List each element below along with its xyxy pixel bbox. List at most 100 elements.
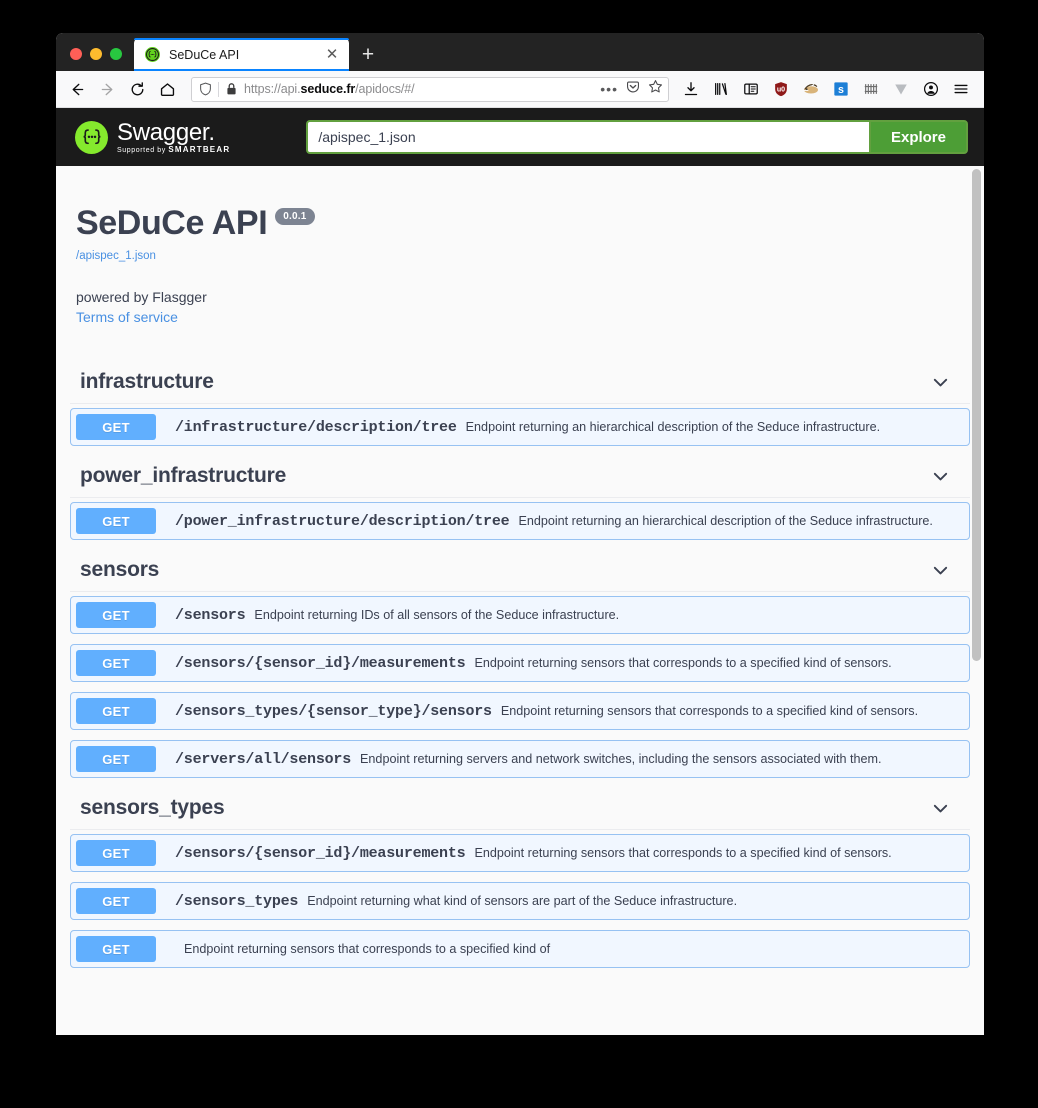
swagger-favicon-icon bbox=[145, 47, 160, 62]
library-icon[interactable] bbox=[706, 75, 736, 103]
browser-window: SeDuCe API ✕ + https://api.seduce.fr/api… bbox=[56, 33, 984, 1035]
operation-row[interactable]: GET /sensors/{sensor_id}/measurements En… bbox=[70, 644, 970, 682]
forward-button[interactable] bbox=[92, 75, 122, 103]
close-window-button[interactable] bbox=[70, 48, 82, 60]
lock-icon[interactable] bbox=[226, 82, 244, 96]
swagger-brand-name: Swagger. bbox=[117, 118, 215, 146]
chevron-down-icon[interactable] bbox=[930, 466, 951, 487]
tag-block-sensors: sensors GET /sensors Endpoint returning … bbox=[70, 550, 970, 778]
api-title-text: SeDuCe API bbox=[76, 204, 268, 242]
swagger-mark-icon bbox=[75, 120, 108, 154]
operation-description: Endpoint returning sensors that correspo… bbox=[500, 703, 919, 718]
chevron-down-icon[interactable] bbox=[930, 372, 951, 393]
bookmark-star-icon[interactable] bbox=[648, 79, 663, 99]
page-scrollbar-thumb[interactable] bbox=[972, 169, 981, 661]
back-button[interactable] bbox=[62, 75, 92, 103]
operation-path: /sensors_types/{sensor_type}/sensors bbox=[175, 702, 492, 720]
http-method-badge: GET bbox=[76, 602, 156, 628]
page-actions-icon[interactable]: ••• bbox=[600, 82, 618, 96]
operation-path: /sensors/{sensor_id}/measurements bbox=[175, 654, 466, 672]
operation-row[interactable]: GET /sensors Endpoint returning IDs of a… bbox=[70, 596, 970, 634]
http-method-badge: GET bbox=[76, 936, 156, 962]
explore-button[interactable]: Explore bbox=[868, 120, 968, 154]
operation-description: Endpoint returning servers and network s… bbox=[360, 751, 882, 766]
svg-text:u0: u0 bbox=[777, 85, 785, 93]
operation-path bbox=[156, 936, 184, 962]
tag-block-sensors-types: sensors_types GET /sensors/{sensor_id}/m… bbox=[70, 788, 970, 968]
operation-description: Endpoint returning an hierarchical descr… bbox=[518, 513, 933, 528]
operation-row[interactable]: GET /infrastructure/description/tree End… bbox=[70, 408, 970, 446]
swagger-logo[interactable]: Swagger. Supported by SMARTBEAR bbox=[75, 118, 231, 154]
version-badge: 0.0.1 bbox=[275, 208, 315, 225]
chevron-down-icon[interactable] bbox=[930, 798, 951, 819]
powered-by-text: powered by Flasgger bbox=[76, 289, 207, 305]
sidebar-icon[interactable] bbox=[736, 75, 766, 103]
privacy-badger-icon[interactable] bbox=[796, 75, 826, 103]
operation-path: /sensors/{sensor_id}/measurements bbox=[175, 844, 466, 862]
minimize-window-button[interactable] bbox=[90, 48, 102, 60]
http-method-badge: GET bbox=[76, 650, 156, 676]
http-method-badge: GET bbox=[76, 414, 156, 440]
v-extension-icon[interactable] bbox=[886, 75, 916, 103]
swagger-topbar: Swagger. Supported by SMARTBEAR Explore bbox=[56, 108, 984, 166]
menu-icon[interactable] bbox=[946, 75, 976, 103]
account-icon[interactable] bbox=[916, 75, 946, 103]
operation-row[interactable]: GET /servers/all/sensors Endpoint return… bbox=[70, 740, 970, 778]
operation-path: /servers/all/sensors bbox=[175, 750, 352, 768]
page-scrollbar-track[interactable] bbox=[969, 166, 982, 1035]
operation-path: /power_infrastructure/description/tree bbox=[175, 512, 510, 530]
browser-nav-toolbar: https://api.seduce.fr/apidocs/#/ ••• u0 … bbox=[56, 71, 984, 108]
tag-header-power-infrastructure[interactable]: power_infrastructure bbox=[70, 456, 970, 498]
pocket-icon[interactable] bbox=[626, 80, 640, 99]
http-method-badge: GET bbox=[76, 746, 156, 772]
close-tab-icon[interactable]: ✕ bbox=[323, 46, 341, 64]
browser-tab-strip: SeDuCe API ✕ + bbox=[56, 33, 984, 71]
browser-tab-active[interactable]: SeDuCe API ✕ bbox=[134, 38, 349, 71]
spec-json-link[interactable]: /apispec_1.json bbox=[76, 250, 984, 262]
browser-tab-title: SeDuCe API bbox=[169, 47, 240, 62]
operation-description: Endpoint returning what kind of sensors … bbox=[307, 893, 738, 908]
operation-path: /sensors_types bbox=[175, 892, 299, 910]
operation-description: Endpoint returning sensors that correspo… bbox=[184, 941, 551, 956]
operation-description: Endpoint returning IDs of all sensors of… bbox=[254, 607, 620, 622]
operation-path: /infrastructure/description/tree bbox=[175, 418, 457, 436]
new-tab-button[interactable]: + bbox=[351, 38, 385, 71]
reload-button[interactable] bbox=[122, 75, 152, 103]
ublock-origin-icon[interactable]: u0 bbox=[766, 75, 796, 103]
chevron-down-icon[interactable] bbox=[930, 560, 951, 581]
swagger-supported-by: Supported by SMARTBEAR bbox=[117, 144, 231, 154]
browser-toolbar-icons: u0 s bbox=[676, 75, 976, 103]
tag-header-infrastructure[interactable]: infrastructure bbox=[70, 362, 970, 404]
grid-extension-icon[interactable] bbox=[856, 75, 886, 103]
operation-description: Endpoint returning an hierarchical descr… bbox=[465, 419, 881, 434]
tag-header-sensors-types[interactable]: sensors_types bbox=[70, 788, 970, 830]
operation-row[interactable]: GET /sensors_types/{sensor_type}/sensors… bbox=[70, 692, 970, 730]
tag-block-infrastructure: infrastructure GET /infrastructure/descr… bbox=[70, 362, 970, 446]
terms-of-service-link[interactable]: Terms of service bbox=[76, 309, 984, 325]
tag-name: infrastructure bbox=[80, 370, 214, 393]
spec-url-input[interactable] bbox=[306, 120, 869, 154]
window-traffic-lights bbox=[56, 48, 134, 71]
api-tag-sections: infrastructure GET /infrastructure/descr… bbox=[56, 362, 984, 968]
tag-name: sensors bbox=[80, 558, 160, 581]
s-extension-icon[interactable]: s bbox=[826, 75, 856, 103]
page-title: SeDuCe API 0.0.1 bbox=[76, 204, 984, 243]
tag-name: sensors_types bbox=[80, 796, 225, 819]
operation-row[interactable]: GET /sensors_types Endpoint returning wh… bbox=[70, 882, 970, 920]
operation-row[interactable]: GET /sensors/{sensor_id}/measurements En… bbox=[70, 834, 970, 872]
svg-text:s: s bbox=[838, 84, 844, 96]
address-bar[interactable]: https://api.seduce.fr/apidocs/#/ ••• bbox=[191, 76, 669, 102]
http-method-badge: GET bbox=[76, 508, 156, 534]
home-button[interactable] bbox=[152, 75, 182, 103]
operation-row[interactable]: GET /power_infrastructure/description/tr… bbox=[70, 502, 970, 540]
swagger-ui-body: SeDuCe API 0.0.1 /apispec_1.json powered… bbox=[56, 166, 984, 1035]
http-method-badge: GET bbox=[76, 888, 156, 914]
address-bar-actions: ••• bbox=[594, 79, 663, 99]
swagger-spec-form: Explore bbox=[306, 120, 968, 154]
maximize-window-button[interactable] bbox=[110, 48, 122, 60]
tag-header-sensors[interactable]: sensors bbox=[70, 550, 970, 592]
downloads-icon[interactable] bbox=[676, 75, 706, 103]
address-bar-url[interactable]: https://api.seduce.fr/apidocs/#/ bbox=[244, 82, 594, 96]
tracking-protection-shield-icon[interactable] bbox=[199, 82, 218, 96]
operation-row[interactable]: GET Endpoint returning sensors that corr… bbox=[70, 930, 970, 968]
